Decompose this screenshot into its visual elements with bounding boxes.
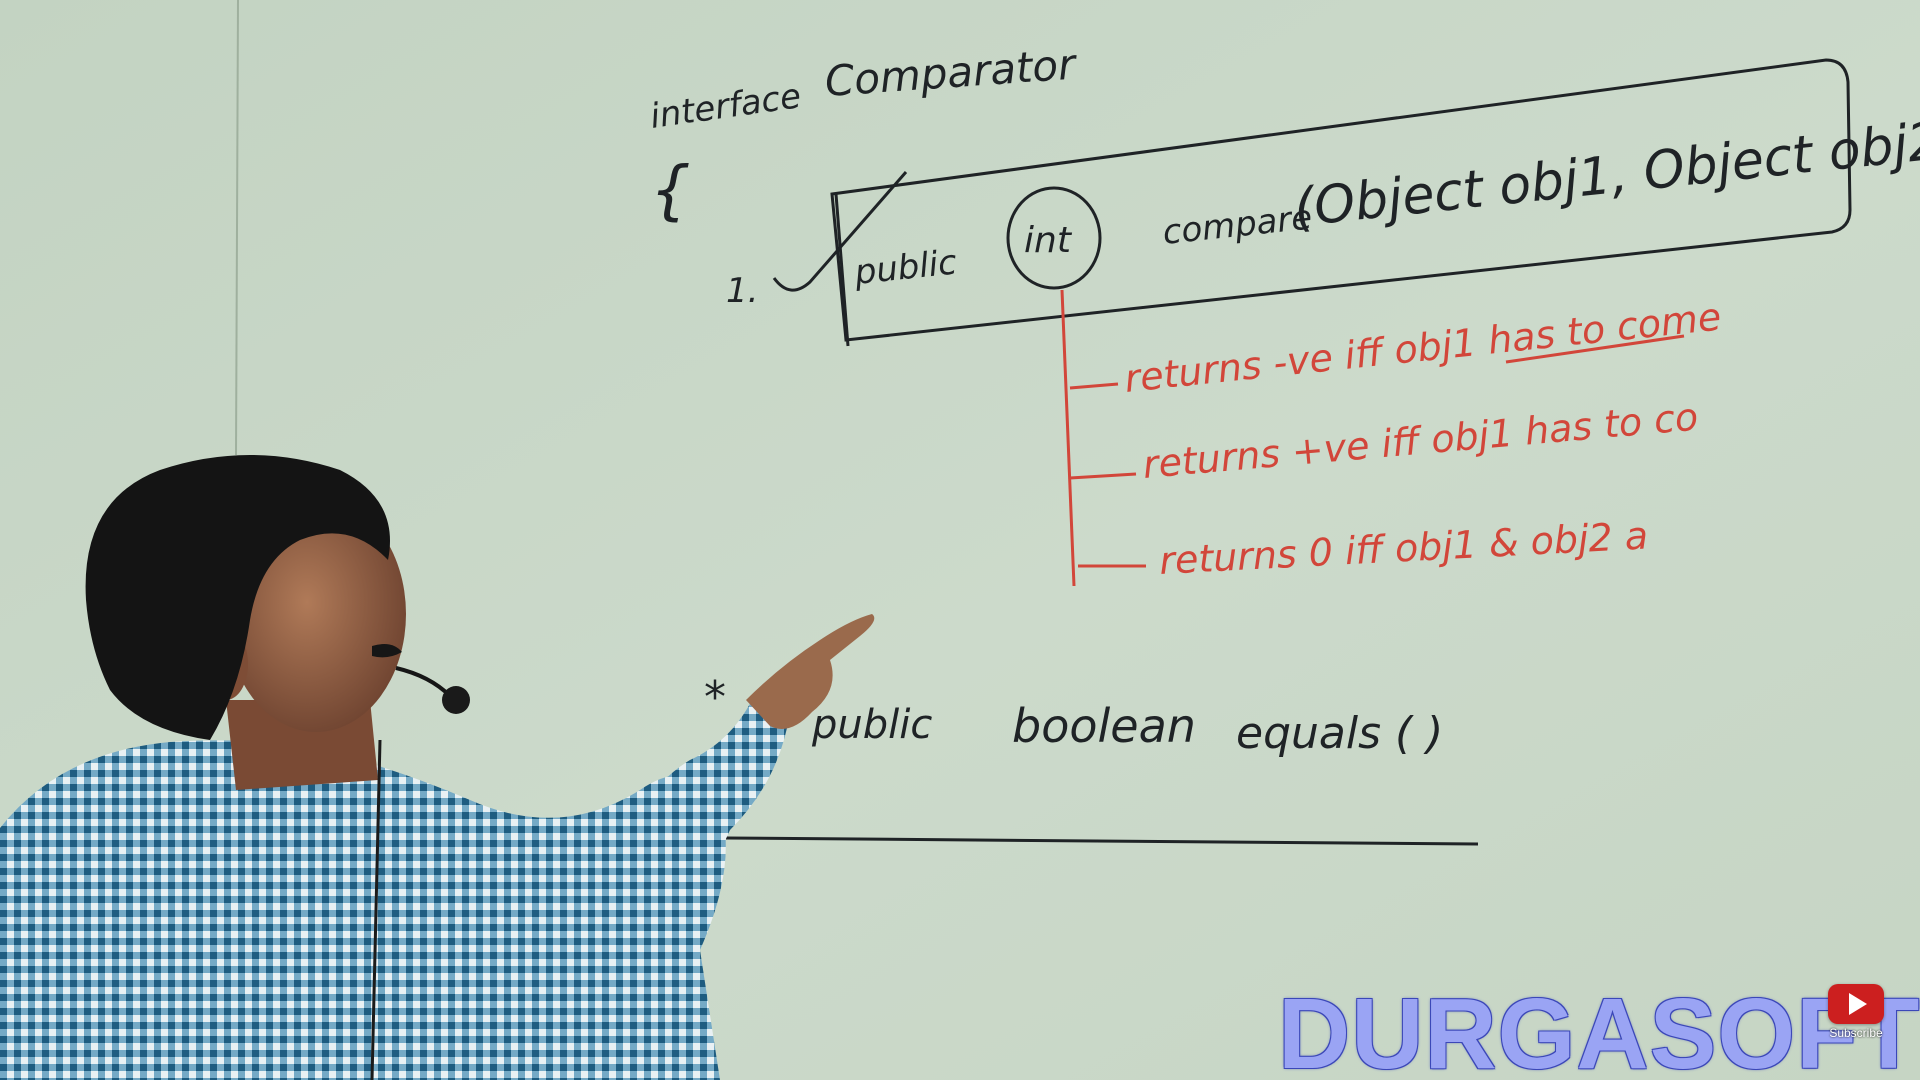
boolean-keyword: boolean	[1012, 699, 1196, 753]
subscribe-button[interactable]: Subscribe	[1824, 984, 1888, 1044]
youtube-play-icon[interactable]	[1828, 984, 1884, 1024]
play-triangle-icon	[1849, 993, 1867, 1015]
int-keyword: int	[1024, 220, 1073, 261]
star-mark: *	[704, 672, 726, 723]
public-keyword-2: public	[811, 702, 932, 748]
open-brace: {	[650, 154, 691, 228]
mic-head-icon	[442, 686, 470, 714]
scene: interface Comparator { 1. public int com…	[0, 0, 1920, 1080]
subscribe-label: Subscribe	[1829, 1026, 1883, 1040]
item-number: 1.	[726, 271, 758, 311]
equals-method: equals ( )	[1236, 708, 1443, 759]
